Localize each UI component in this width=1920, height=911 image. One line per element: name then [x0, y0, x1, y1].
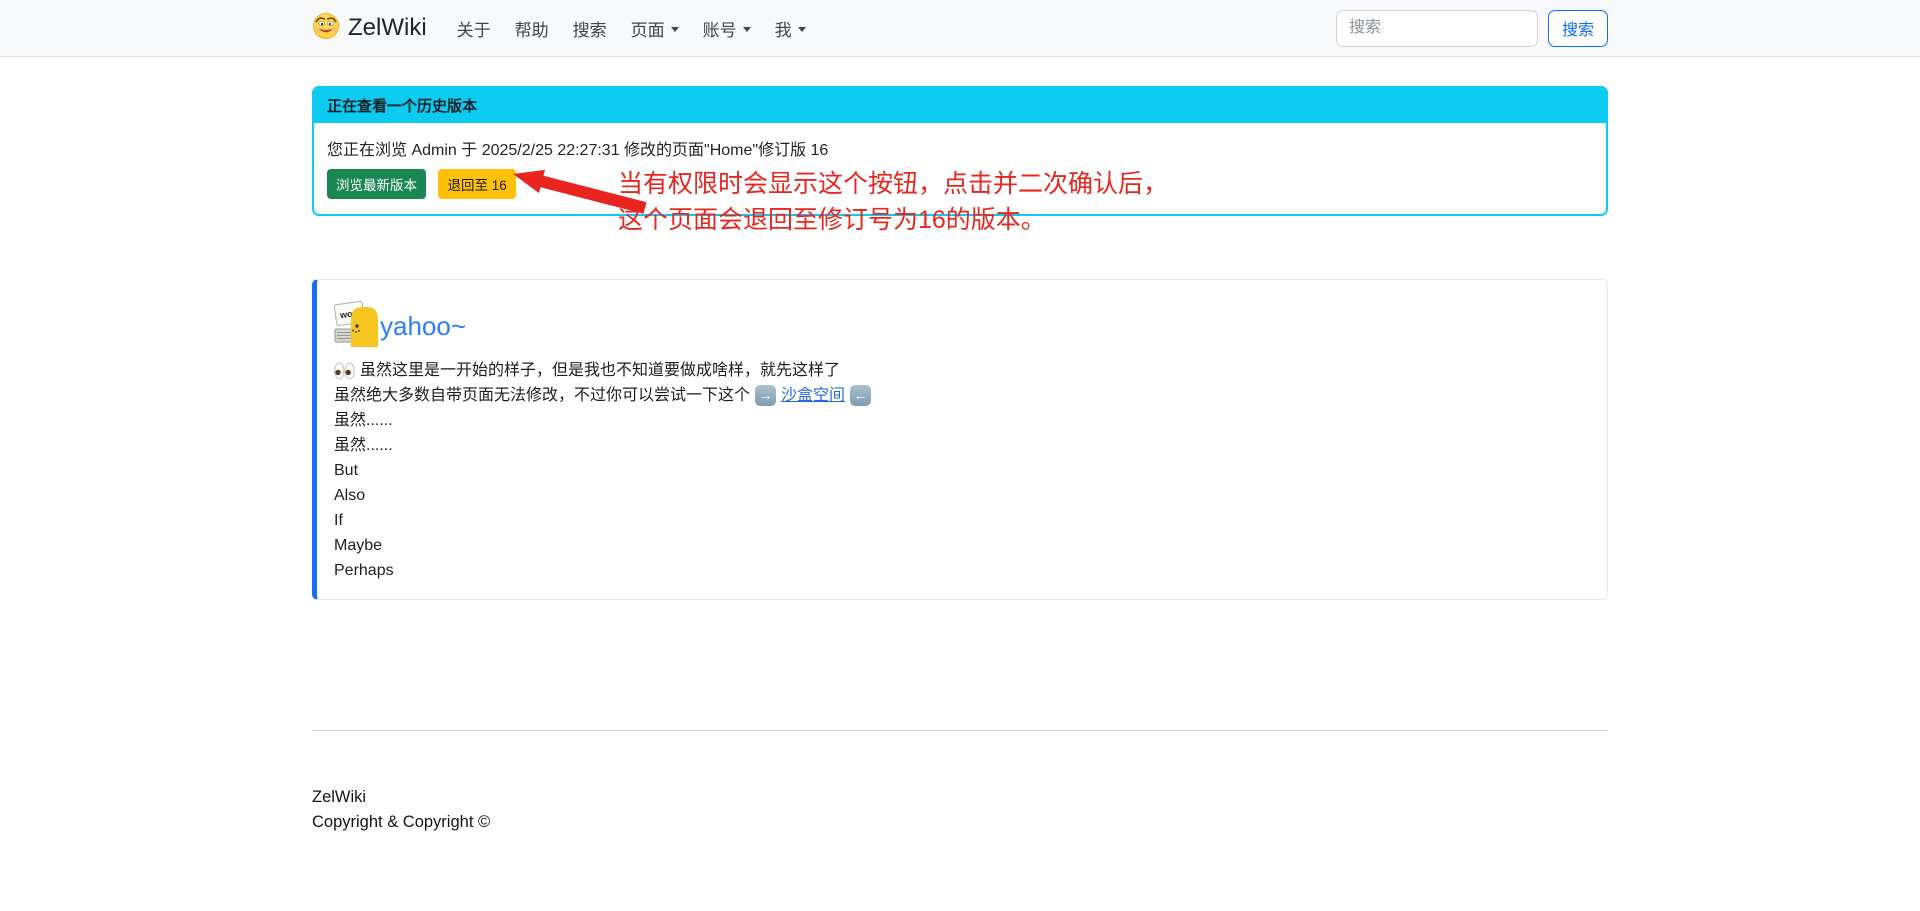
article-line: But: [334, 458, 1587, 483]
article-line: Also: [334, 483, 1587, 508]
smiley-logo-icon: [312, 12, 340, 45]
footer-copyright: Copyright & Copyright ©: [312, 810, 1608, 835]
arrow-right-emoji-icon: →: [755, 385, 776, 406]
nav-item-label: 搜索: [573, 16, 607, 41]
main-container: 正在查看一个历史版本 您正在浏览 Admin 于 2025/2/25 22:27…: [312, 86, 1608, 835]
article-line-text: 虽然绝大多数自带页面无法修改，不过你可以尝试一下这个: [334, 383, 750, 408]
chevron-down-icon: [798, 27, 806, 32]
article-line: Maybe: [334, 533, 1587, 558]
annotation-line1: 当有权限时会显示这个按钮，点击并二次确认后，: [618, 166, 1168, 202]
cat-typing-sticker-icon: wo: [334, 300, 379, 353]
nav-item-label: 帮助: [515, 16, 549, 41]
article-line: 虽然......: [334, 408, 1587, 433]
nav-item-label: 我: [775, 16, 792, 41]
chevron-down-icon: [671, 27, 679, 32]
nav-item-label: 关于: [457, 16, 491, 41]
nav-item-account-dropdown[interactable]: 账号: [691, 8, 763, 49]
article-line: If: [334, 508, 1587, 533]
arrow-left-emoji-icon: ←: [850, 385, 871, 406]
article-line: 虽然这里是一开始的样子，但是我也不知道要做成啥样，就先这样了: [334, 358, 1587, 383]
nav-item-pages-dropdown[interactable]: 页面: [619, 8, 691, 49]
top-navbar: ZelWiki 关于 帮助 搜索 页面 账号 我 搜索: [0, 0, 1920, 57]
annotation-note: 当有权限时会显示这个按钮，点击并二次确认后， 这个页面会退回至修订号为16的版本…: [618, 166, 1168, 238]
article-line: Perhaps: [334, 558, 1587, 583]
chevron-down-icon: [743, 27, 751, 32]
nav-item-help[interactable]: 帮助: [503, 8, 561, 49]
brand-name: ZelWiki: [348, 14, 427, 42]
search-button[interactable]: 搜索: [1548, 10, 1608, 47]
article-card: wo yahoo~: [312, 279, 1608, 600]
view-latest-version-button[interactable]: 浏览最新版本: [327, 169, 426, 199]
alert-title: 正在查看一个历史版本: [314, 88, 1606, 123]
annotation-line2: 这个页面会退回至修订号为16的版本。: [618, 202, 1168, 238]
article-line: 虽然......: [334, 433, 1587, 458]
site-brand[interactable]: ZelWiki: [312, 12, 427, 45]
nav-item-label: 账号: [703, 16, 737, 41]
nav-item-search[interactable]: 搜索: [561, 8, 619, 49]
article-line-text: 虽然这里是一开始的样子，但是我也不知道要做成啥样，就先这样了: [360, 358, 840, 383]
sandbox-link[interactable]: 沙盒空间: [781, 383, 845, 408]
navbar-container: ZelWiki 关于 帮助 搜索 页面 账号 我 搜索: [312, 0, 1608, 56]
eyes-emoji-icon: [334, 362, 355, 380]
nav-menu: 关于 帮助 搜索 页面 账号 我: [445, 8, 818, 49]
alert-message: 您正在浏览 Admin 于 2025/2/25 22:27:31 修改的页面"H…: [327, 136, 1593, 160]
footer-divider: [312, 730, 1608, 731]
article-line-sandbox: 虽然绝大多数自带页面无法修改，不过你可以尝试一下这个 → 沙盒空间 ←: [334, 383, 1587, 408]
nav-item-label: 页面: [631, 16, 665, 41]
article-title: yahoo~: [380, 311, 466, 342]
nav-item-me-dropdown[interactable]: 我: [763, 8, 818, 49]
article-title-row: wo yahoo~: [334, 300, 1587, 353]
search-input[interactable]: [1336, 10, 1538, 47]
page-footer: ZelWiki Copyright & Copyright ©: [312, 785, 1608, 835]
nav-item-about[interactable]: 关于: [445, 8, 503, 49]
footer-site-name: ZelWiki: [312, 785, 1608, 810]
